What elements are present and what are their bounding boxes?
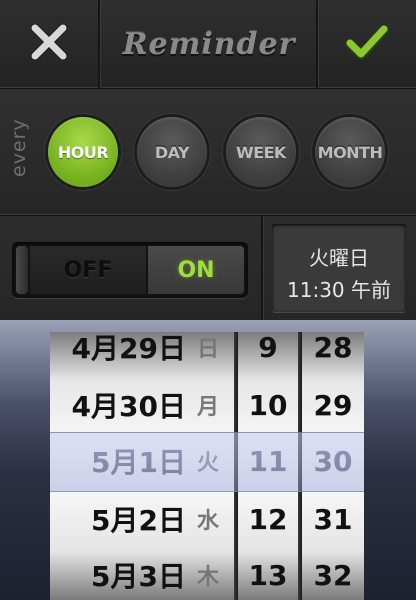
close-icon (29, 22, 69, 66)
divider (261, 216, 263, 320)
hour-row-selected[interactable]: 11 (238, 432, 298, 490)
minute-row[interactable]: 29 (302, 376, 364, 434)
switch-on-label: ON (148, 246, 244, 294)
on-off-switch[interactable]: OFF ON (12, 242, 248, 298)
date-text: 4月30日 (71, 390, 186, 423)
every-label: every (8, 118, 30, 177)
minute-row[interactable]: 31 (302, 490, 364, 548)
minute-row[interactable]: 28 (302, 332, 364, 376)
hour-row[interactable]: 10 (238, 376, 298, 434)
weekday-text: 火曜日 (309, 246, 369, 270)
date-text: 5月2日 (91, 504, 186, 537)
weekday-text: 日 (196, 337, 219, 362)
minute-wheel[interactable]: 28 29 30 31 32 (302, 332, 364, 600)
time-text: 11:30 午前 (287, 278, 391, 302)
weekday-text: 木 (196, 565, 219, 590)
date-text: 5月1日 (91, 446, 186, 479)
navigation-bar: Reminder (0, 0, 416, 89)
weekday-text: 月 (196, 395, 219, 420)
checkmark-icon (345, 22, 389, 66)
hour-row[interactable]: 9 (238, 332, 298, 376)
date-row-selected[interactable]: 5月1日 火 (50, 432, 234, 490)
date-row[interactable]: 5月2日 水 (50, 490, 234, 548)
hour-row[interactable]: 12 (238, 490, 298, 548)
hour-wheel[interactable]: 9 10 11 12 13 (238, 332, 298, 600)
weekday-text: 火 (196, 451, 219, 476)
weekday-text: 水 (196, 509, 219, 534)
page-title: Reminder (122, 26, 296, 62)
date-row[interactable]: 4月29日 日 (50, 332, 234, 376)
date-row[interactable]: 4月30日 月 (50, 376, 234, 434)
date-text: 5月3日 (91, 560, 186, 593)
selected-time-display: 火曜日 11:30 午前 (272, 224, 406, 312)
date-text: 4月29日 (71, 332, 186, 365)
minute-row[interactable]: 32 (302, 546, 364, 600)
switch-grip (16, 246, 28, 294)
hour-row[interactable]: 13 (238, 546, 298, 600)
minute-row-selected[interactable]: 30 (302, 432, 364, 490)
frequency-month-button[interactable]: MONTH (315, 117, 385, 187)
save-button[interactable] (318, 0, 416, 88)
close-button[interactable] (0, 0, 98, 88)
frequency-day-button[interactable]: DAY (137, 117, 207, 187)
settings-row: OFF ON 火曜日 11:30 午前 (0, 216, 416, 320)
switch-off-label: OFF (30, 246, 146, 294)
frequency-selector: every HOUR DAY WEEK MONTH (0, 89, 416, 216)
frequency-hour-button[interactable]: HOUR (48, 117, 118, 187)
date-wheel[interactable]: 4月29日 日 4月30日 月 5月1日 火 5月2日 水 5月3日 木 (50, 332, 234, 600)
date-row[interactable]: 5月3日 木 (50, 546, 234, 600)
frequency-week-button[interactable]: WEEK (226, 117, 296, 187)
